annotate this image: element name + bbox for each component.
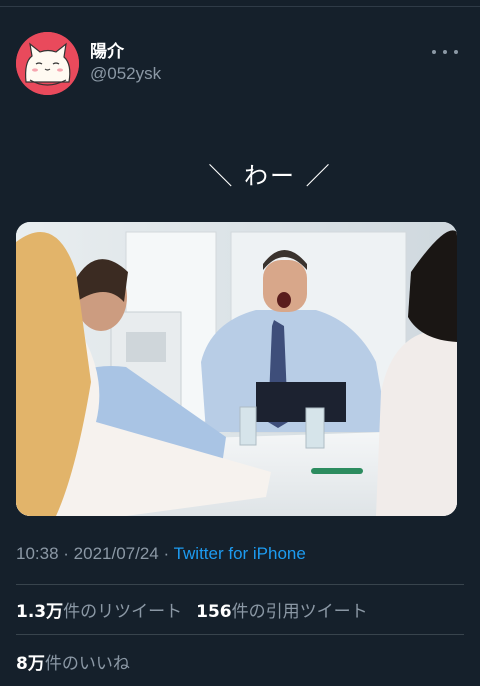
more-dots-icon[interactable]: [432, 42, 458, 62]
top-divider: [0, 6, 480, 7]
divider: [16, 584, 464, 585]
office-photo: [16, 222, 457, 516]
quotes-stat[interactable]: 156件の引用ツイート: [196, 602, 368, 622]
likes-stat[interactable]: 8万件のいいね: [16, 654, 130, 674]
retweets-label: 件のリツイート: [63, 602, 183, 622]
tweet-text: ＼ わー ／: [208, 162, 332, 190]
display-name[interactable]: 陽介: [90, 42, 161, 62]
tweet-meta: 10:38 · 2021/07/24 · Twitter for iPhone: [16, 544, 306, 564]
retweet-quote-row: 1.3万件のリツイート 156件の引用ツイート: [16, 597, 382, 622]
retweets-count: 1.3万: [16, 602, 64, 622]
quotes-count: 156: [196, 602, 232, 622]
cat-avatar-icon: [16, 32, 79, 95]
meta-separator: ·: [158, 544, 174, 563]
meta-separator: ·: [58, 544, 74, 563]
likes-row: 8万件のいいね: [16, 649, 144, 674]
tweet-image[interactable]: [16, 222, 457, 516]
retweets-stat[interactable]: 1.3万件のリツイート: [16, 602, 182, 622]
quotes-label: 件の引用ツイート: [231, 602, 368, 622]
likes-count: 8万: [16, 654, 45, 674]
tweet-time[interactable]: 10:38: [16, 544, 59, 563]
tweet-date[interactable]: 2021/07/24: [74, 544, 159, 563]
author-block[interactable]: 陽介 @052ysk: [90, 42, 161, 86]
avatar[interactable]: [16, 32, 79, 95]
divider: [16, 634, 464, 635]
user-handle[interactable]: @052ysk: [90, 62, 161, 86]
likes-label: 件のいいね: [44, 654, 130, 674]
tweet-source-link[interactable]: Twitter for iPhone: [174, 544, 306, 563]
